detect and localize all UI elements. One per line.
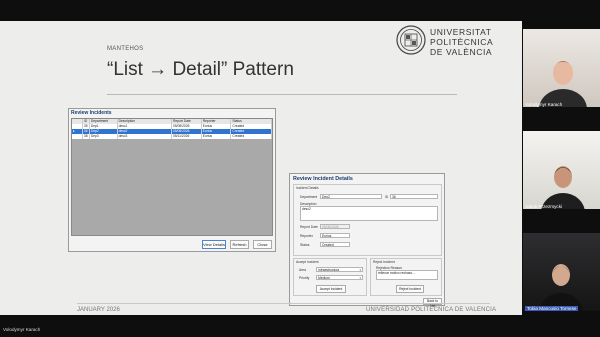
group-label: Incident Details bbox=[296, 186, 319, 190]
seal-icon bbox=[396, 25, 426, 55]
view-details-button[interactable]: View Details bbox=[202, 240, 226, 249]
participant-tile[interactable]: Volodymyr Karach bbox=[523, 29, 600, 107]
self-view-name: Volodymyr Karach bbox=[3, 327, 41, 332]
status-field[interactable]: Created bbox=[320, 242, 350, 247]
department-field[interactable]: Dep2 bbox=[320, 194, 382, 199]
participant-avatar bbox=[541, 166, 585, 209]
close-button[interactable]: Close bbox=[253, 240, 272, 249]
area-label: Area bbox=[299, 268, 306, 272]
slide-title: “List → Detail” Pattern bbox=[107, 59, 294, 80]
description-field[interactable]: desc2 bbox=[300, 206, 438, 221]
participant-avatar bbox=[539, 264, 583, 311]
incident-details-window: Review Incident Details Incident Details… bbox=[289, 173, 445, 308]
reporter-field[interactable]: Eurius bbox=[320, 233, 350, 238]
footer-date: JANUARY 2026 bbox=[77, 307, 120, 313]
incidents-grid[interactable]: ID Department Description Report Date Re… bbox=[71, 118, 273, 236]
group-label: Reject Incident bbox=[373, 260, 395, 264]
table-row[interactable]: 38 Dep3 desc3 05/11/2026 Eurius Created bbox=[72, 134, 272, 139]
university-logo: UNIVERSITAT POLITÈCNICA DE VALÈNCIA bbox=[396, 25, 496, 59]
section-label: MANTEHOS bbox=[107, 46, 144, 52]
accept-incident-button[interactable]: Accept Incident bbox=[316, 285, 346, 293]
rejection-reason-field[interactable]: rellenar motivo rechazo... bbox=[376, 270, 438, 280]
priority-select[interactable]: Medium ▾ bbox=[316, 275, 363, 280]
participant-name: Tobia Mancusio Tornese bbox=[525, 306, 579, 311]
participant-name: Jakub Przezmycki bbox=[525, 204, 563, 209]
footer-institution: UNIVERSIDAD POLITÉCNICA DE VALENCIA bbox=[366, 307, 497, 313]
incident-details-group: Incident Details Department Dep2 ID 36 D… bbox=[293, 184, 442, 256]
report-date-field[interactable]: 05/05/2026 bbox=[320, 224, 350, 229]
group-label: Accept Incident bbox=[296, 260, 319, 264]
status-label: Status bbox=[300, 243, 310, 247]
priority-label: Priority bbox=[299, 276, 310, 280]
refresh-button[interactable]: Refresh bbox=[230, 240, 249, 249]
participant-tile[interactable]: Jakub Przezmycki bbox=[523, 131, 600, 209]
id-field[interactable]: 36 bbox=[390, 194, 438, 199]
accept-incident-group: Accept Incident Area Infraestructura ▾ P… bbox=[293, 258, 367, 296]
reporter-label: Reporter bbox=[300, 234, 313, 238]
reject-incident-button[interactable]: Reject Incident bbox=[396, 285, 424, 293]
reject-incident-group: Reject Incident Rejection Reason rellena… bbox=[370, 258, 442, 296]
id-label: ID bbox=[385, 195, 389, 199]
window-title: Review Incident Details bbox=[293, 176, 353, 182]
area-select[interactable]: Infraestructura ▾ bbox=[316, 267, 363, 272]
report-date-label: Report Date bbox=[300, 225, 318, 229]
logo-text: UNIVERSITAT POLITÈCNICA DE VALÈNCIA bbox=[430, 27, 494, 57]
footer-divider bbox=[77, 303, 490, 304]
window-title: Review Incidents bbox=[71, 110, 112, 116]
review-incidents-window: Review Incidents ID Department Descripti… bbox=[68, 108, 276, 252]
participant-tile[interactable]: Tobia Mancusio Tornese bbox=[523, 233, 600, 311]
department-label: Department bbox=[300, 195, 318, 199]
chevron-down-icon: ▾ bbox=[359, 276, 361, 280]
participant-name: Volodymyr Karach bbox=[525, 102, 563, 107]
presentation-slide: MANTEHOS “List → Detail” Pattern UNIVERS… bbox=[0, 21, 522, 315]
participant-avatar bbox=[539, 61, 587, 107]
title-divider bbox=[107, 94, 457, 95]
chevron-down-icon: ▾ bbox=[359, 268, 361, 272]
